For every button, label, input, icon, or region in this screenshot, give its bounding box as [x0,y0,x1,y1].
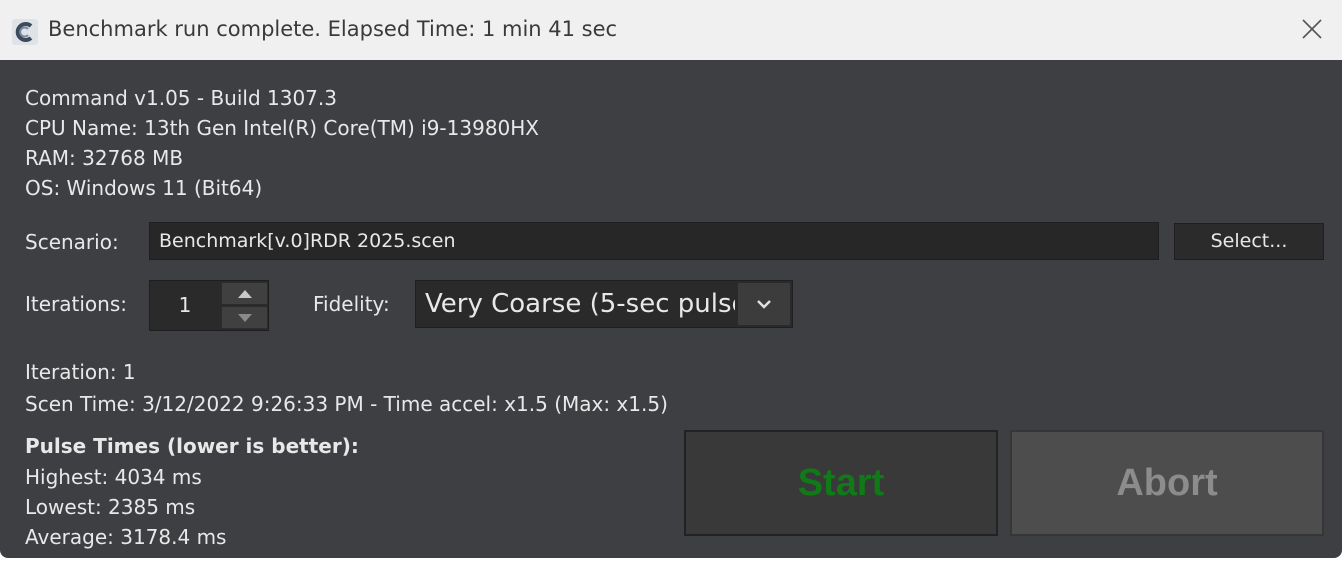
pulse-lowest: Lowest: 2385 ms [25,495,196,519]
iterations-label: Iterations: [25,292,127,316]
start-button[interactable]: Start [684,430,998,536]
scen-time-status: Scen Time: 3/12/2022 9:26:33 PM - Time a… [25,392,668,416]
cpu-info: CPU Name: 13th Gen Intel(R) Core(TM) i9-… [25,116,540,140]
window-title: Benchmark run complete. Elapsed Time: 1 … [48,17,618,41]
triangle-down-icon [237,313,252,322]
close-icon [1302,19,1322,39]
select-scenario-button[interactable]: Select... [1174,223,1324,260]
version-info: Command v1.05 - Build 1307.3 [25,86,337,110]
fidelity-dropdown[interactable]: Very Coarse (5-sec pulses) [415,280,793,328]
title-bar: Benchmark run complete. Elapsed Time: 1 … [0,0,1342,60]
scenario-field[interactable] [149,222,1159,260]
chevron-down-icon [757,300,771,309]
iterations-value[interactable]: 1 [150,281,220,330]
pulse-average: Average: 3178.4 ms [25,525,227,549]
dropdown-arrow-button[interactable] [738,283,790,325]
benchmark-window: Benchmark run complete. Elapsed Time: 1 … [0,0,1342,564]
pulse-times-heading: Pulse Times (lower is better): [25,434,359,458]
scenario-label: Scenario: [25,230,119,254]
fidelity-label: Fidelity: [313,292,390,316]
main-panel: Command v1.05 - Build 1307.3 CPU Name: 1… [0,60,1342,558]
abort-button[interactable]: Abort [1010,430,1324,536]
close-button[interactable] [1282,0,1342,58]
pulse-highest: Highest: 4034 ms [25,465,202,489]
increment-button[interactable] [221,282,268,305]
iteration-status: Iteration: 1 [25,360,136,384]
triangle-up-icon [237,289,252,298]
app-c-logo-icon [12,19,38,45]
decrement-button[interactable] [221,306,268,329]
os-info: OS: Windows 11 (Bit64) [25,176,263,200]
iterations-stepper[interactable]: 1 [149,280,269,331]
fidelity-selected-value: Very Coarse (5-sec pulses) [425,289,735,319]
ram-info: RAM: 32768 MB [25,146,184,170]
